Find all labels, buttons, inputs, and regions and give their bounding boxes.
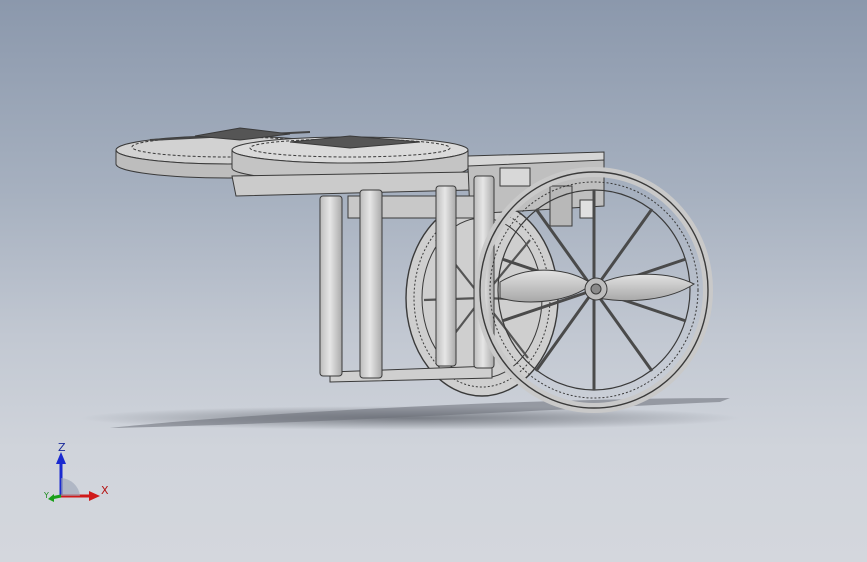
propeller[interactable]	[499, 269, 695, 303]
graphics-viewport[interactable]: Z X Y	[0, 0, 867, 562]
x-axis-label: X	[101, 484, 109, 497]
coordinate-triad: Z X Y	[40, 438, 112, 508]
cad-model[interactable]	[0, 0, 867, 562]
z-axis-label: Z	[58, 441, 66, 454]
y-axis-label: Y	[44, 491, 49, 500]
triad-axes	[48, 452, 100, 502]
